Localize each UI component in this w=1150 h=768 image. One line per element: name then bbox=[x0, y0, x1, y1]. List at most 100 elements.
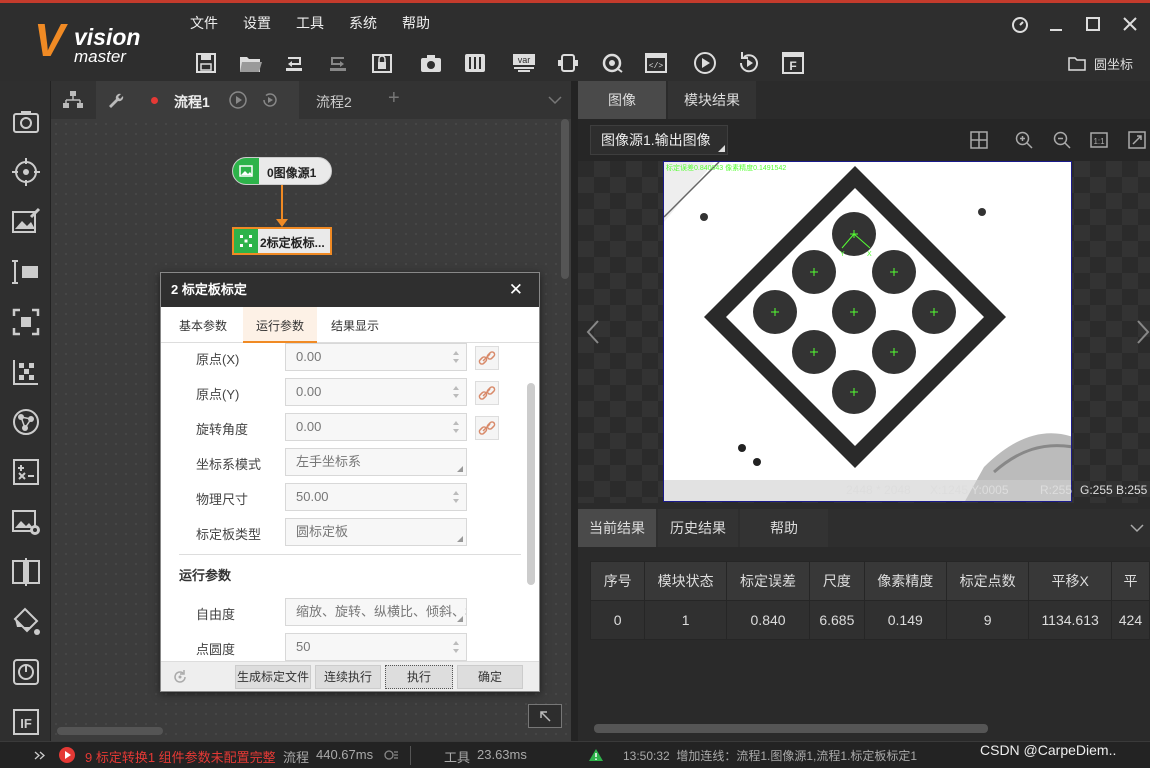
measure-icon[interactable] bbox=[9, 255, 43, 289]
paint-icon[interactable] bbox=[9, 605, 43, 639]
error-message[interactable]: 9 标定转换1 组件参数未配置完整 bbox=[85, 747, 276, 766]
canvas-hscrollbar[interactable] bbox=[57, 727, 163, 735]
column-header[interactable]: 模块状态 bbox=[644, 561, 727, 601]
param-field[interactable]: 50 bbox=[285, 633, 467, 661]
lock-icon[interactable] bbox=[368, 49, 396, 77]
error-play-icon[interactable] bbox=[58, 746, 76, 764]
save-icon[interactable] bbox=[192, 49, 220, 77]
collapse-button[interactable] bbox=[528, 704, 562, 728]
focus-icon[interactable] bbox=[9, 305, 43, 339]
canvas-scrollbar[interactable] bbox=[561, 119, 569, 279]
expand-arrows-icon[interactable] bbox=[0, 742, 51, 768]
param-field[interactable]: 50.00 bbox=[285, 483, 467, 511]
param-field[interactable]: 0.00 bbox=[285, 343, 467, 371]
actual-size-icon[interactable]: 1:1 bbox=[1090, 131, 1108, 149]
param-field[interactable]: 缩放、旋转、纵横比、倾斜、3 bbox=[285, 598, 467, 626]
panel-splitter[interactable] bbox=[571, 81, 578, 741]
tab-flow1[interactable]: 流程1 bbox=[134, 81, 299, 119]
menu-file[interactable]: 文件 bbox=[190, 13, 218, 33]
loop-play-icon[interactable] bbox=[260, 90, 280, 110]
zoom-in-icon[interactable] bbox=[1015, 131, 1033, 149]
column-header[interactable]: 标定误差 bbox=[725, 561, 811, 601]
calibration-icon[interactable] bbox=[9, 355, 43, 389]
tab-history-result[interactable]: 历史结果 bbox=[658, 509, 738, 547]
dialog-close-icon[interactable]: ✕ bbox=[509, 273, 523, 307]
result-hscrollbar[interactable] bbox=[594, 724, 988, 733]
settings-cycle-icon[interactable] bbox=[598, 49, 626, 77]
loop-play-icon[interactable] bbox=[735, 49, 763, 77]
menu-tools[interactable]: 工具 bbox=[296, 13, 324, 33]
dialog-scrollbar[interactable] bbox=[527, 383, 535, 585]
hierarchy-icon[interactable] bbox=[63, 91, 83, 112]
link-button[interactable] bbox=[475, 416, 499, 440]
chevron-down-icon[interactable] bbox=[1130, 523, 1144, 533]
refresh-icon[interactable] bbox=[171, 668, 189, 686]
column-header[interactable]: 标定点数 bbox=[945, 561, 1030, 601]
undo-icon[interactable] bbox=[280, 49, 308, 77]
circle-coordinate-button[interactable]: 圆坐标 bbox=[1068, 53, 1148, 75]
column-header[interactable]: 尺度 bbox=[809, 561, 865, 601]
f-icon[interactable]: F bbox=[779, 49, 807, 77]
chevron-down-icon[interactable] bbox=[548, 93, 562, 108]
spinner-icon[interactable] bbox=[452, 639, 460, 655]
calibration-board-image[interactable]: Y X 标定误差0.840043 像素精度0.1491542 bbox=[663, 161, 1072, 502]
maximize-icon[interactable] bbox=[1082, 13, 1104, 35]
zoom-out-icon[interactable] bbox=[1053, 131, 1071, 149]
column-header[interactable]: 平 bbox=[1110, 561, 1150, 601]
code-icon[interactable]: </> bbox=[642, 49, 670, 77]
prev-image-icon[interactable] bbox=[586, 319, 600, 345]
minimize-icon[interactable] bbox=[1045, 13, 1067, 35]
column-header[interactable]: 序号 bbox=[590, 561, 646, 601]
param-field[interactable]: 圆标定板 bbox=[285, 518, 467, 546]
menu-help[interactable]: 帮助 bbox=[402, 13, 430, 33]
tab-flow2[interactable]: 流程2 bbox=[316, 92, 352, 112]
tab-image[interactable]: 图像 bbox=[578, 81, 666, 119]
grid-icon[interactable] bbox=[970, 131, 988, 149]
link-button[interactable] bbox=[475, 346, 499, 370]
tab-current-result[interactable]: 当前结果 bbox=[578, 509, 656, 547]
if-icon[interactable]: IF bbox=[9, 705, 43, 739]
redo-icon[interactable] bbox=[324, 49, 352, 77]
tab-result-display[interactable]: 结果显示 bbox=[323, 307, 387, 343]
close-icon[interactable] bbox=[1119, 13, 1141, 35]
flow-node-image-source[interactable]: 0图像源1 bbox=[232, 157, 332, 185]
table-row[interactable]: 0 1 0.840 6.685 0.149 9 1134.613 424 bbox=[590, 600, 1150, 640]
column-header[interactable]: 像素精度 bbox=[863, 561, 947, 601]
camera-icon[interactable] bbox=[9, 104, 43, 138]
param-field[interactable]: 0.00 bbox=[285, 378, 467, 406]
image-edit-icon[interactable] bbox=[9, 205, 43, 239]
camera-icon[interactable] bbox=[417, 49, 445, 77]
spinner-icon[interactable] bbox=[452, 489, 460, 505]
image-viewer[interactable]: Y X 标定误差0.840043 像素精度0.1491542 2448 * 20… bbox=[578, 161, 1150, 503]
generate-calibration-file-button[interactable]: 生成标定文件 bbox=[235, 665, 311, 689]
add-flow-button[interactable]: + bbox=[388, 87, 400, 110]
next-image-icon[interactable] bbox=[1136, 319, 1150, 345]
menu-system[interactable]: 系统 bbox=[349, 13, 377, 33]
wrench-tab[interactable] bbox=[96, 81, 134, 119]
image-source-select[interactable]: 图像源1.输出图像 bbox=[590, 125, 728, 155]
clock-icon[interactable] bbox=[1009, 13, 1031, 35]
menu-settings[interactable]: 设置 bbox=[243, 13, 271, 33]
tab-basic-params[interactable]: 基本参数 bbox=[169, 307, 237, 343]
time-detail-icon[interactable] bbox=[384, 748, 398, 765]
compare-icon[interactable] bbox=[9, 555, 43, 589]
link-button[interactable] bbox=[475, 381, 499, 405]
tab-module-result[interactable]: 模块结果 bbox=[668, 81, 756, 119]
play-icon[interactable] bbox=[691, 49, 719, 77]
open-folder-icon[interactable] bbox=[236, 49, 264, 77]
calculator-icon[interactable] bbox=[9, 455, 43, 489]
spinner-icon[interactable] bbox=[452, 419, 460, 435]
fit-screen-icon[interactable] bbox=[1128, 131, 1146, 149]
var-icon[interactable]: var bbox=[510, 49, 538, 77]
image-settings-icon[interactable] bbox=[9, 505, 43, 539]
tab-run-params[interactable]: 运行参数 bbox=[243, 307, 317, 343]
spinner-icon[interactable] bbox=[452, 384, 460, 400]
continuous-run-button[interactable]: 连续执行 bbox=[315, 665, 381, 689]
target-icon[interactable] bbox=[9, 155, 43, 189]
sliders-icon[interactable] bbox=[461, 49, 489, 77]
circle-check-icon[interactable] bbox=[9, 655, 43, 689]
param-field[interactable]: 左手坐标系 bbox=[285, 448, 467, 476]
spinner-icon[interactable] bbox=[452, 349, 460, 365]
play-icon[interactable] bbox=[228, 90, 248, 110]
network-icon[interactable] bbox=[9, 405, 43, 439]
